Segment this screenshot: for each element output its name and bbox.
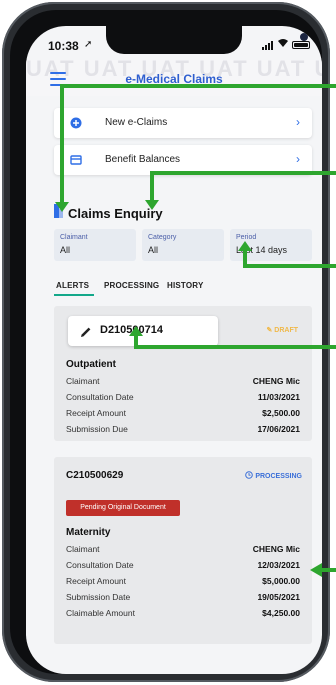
claimant-filter-label: Claimant — [60, 234, 88, 241]
claim-row: Submission Date 19/05/2021 — [66, 592, 300, 606]
row-key: Receipt Amount — [66, 576, 127, 586]
status-time: 10:38 — [48, 39, 79, 53]
new-eclaims-label: New e-Claims — [105, 117, 168, 128]
pending-document-badge: Pending Original Document — [66, 500, 180, 516]
notch — [106, 26, 308, 54]
claim-row: Consultation Date 11/03/2021 — [66, 392, 300, 406]
row-key: Receipt Amount — [66, 408, 127, 418]
arrow-head-icon — [310, 563, 322, 577]
row-value: CHENG Mic — [252, 376, 300, 386]
phone-bezel: 10:38 ➚ UAT UAT UAT UAT UAT UAT UAT e-Me… — [10, 10, 322, 674]
row-key: Submission Date — [66, 592, 131, 602]
benefit-balances-label: Benefit Balances — [105, 154, 181, 165]
tab-processing[interactable]: PROCESSING — [104, 281, 159, 290]
claim-id: C210500629 — [66, 470, 124, 481]
chevron-right-icon: › — [296, 152, 300, 166]
row-value: CHENG Mic — [252, 544, 300, 554]
claimant-filter[interactable]: Claimant All — [54, 229, 136, 261]
period-filter-label: Period — [236, 234, 257, 241]
arrow-head-icon — [238, 241, 252, 251]
processing-status-label: PROCESSING — [255, 473, 302, 480]
clock-icon — [245, 471, 254, 479]
tab-history[interactable]: HISTORY — [167, 281, 204, 290]
claim-type: Maternity — [66, 527, 111, 538]
category-filter[interactable]: Category All — [142, 229, 224, 261]
draft-status-label: DRAFT — [274, 327, 298, 334]
claim-row: Claimable Amount $4,250.00 — [66, 608, 300, 622]
row-value: 17/06/2021 — [257, 424, 300, 434]
row-value: $2,500.00 — [262, 408, 300, 418]
tab-alerts[interactable]: ALERTS — [56, 281, 89, 290]
arrow-segment — [60, 84, 64, 206]
arrow-head-icon — [145, 200, 159, 210]
pencil-icon — [80, 325, 92, 337]
camera — [300, 33, 308, 41]
claim-row: Consultation Date 12/03/2021 — [66, 560, 300, 574]
row-value: 19/05/2021 — [257, 592, 300, 602]
row-value: 11/03/2021 — [257, 392, 300, 402]
arrow-segment — [60, 84, 336, 88]
arrow-segment — [320, 568, 336, 572]
row-value: $5,000.00 — [262, 576, 300, 586]
claim-row: Claimant CHENG Mic — [66, 544, 300, 558]
claim-row: Submission Due 17/06/2021 — [66, 424, 300, 438]
claim-card-processing[interactable]: C210500629 PROCESSING Pending Original D… — [54, 457, 312, 644]
app-header: UAT UAT UAT UAT UAT UAT UAT e-Medical Cl… — [26, 60, 322, 96]
balance-icon — [70, 153, 82, 165]
arrow-head-icon — [55, 202, 69, 212]
row-key: Claimable Amount — [66, 608, 135, 618]
row-key: Claimant — [66, 544, 100, 554]
claim-tabs: ALERTS PROCESSING HISTORY — [54, 279, 312, 297]
row-value: 12/03/2021 — [257, 560, 300, 570]
arrow-head-icon — [129, 326, 143, 336]
claimant-filter-value: All — [60, 245, 71, 255]
chevron-right-icon: › — [296, 115, 300, 129]
claim-row: Receipt Amount $5,000.00 — [66, 576, 300, 590]
arrow-segment — [243, 264, 336, 268]
active-tab-indicator — [54, 294, 94, 296]
location-icon: ➚ — [84, 39, 93, 50]
new-eclaims-button[interactable]: New e-Claims › — [54, 108, 312, 138]
claim-id-chip[interactable]: D210500714 — [68, 316, 218, 346]
arrow-segment — [134, 345, 336, 349]
row-key: Claimant — [66, 376, 100, 386]
row-key: Consultation Date — [66, 392, 134, 402]
row-value: $4,250.00 — [262, 608, 300, 618]
row-key: Submission Due — [66, 424, 128, 434]
category-filter-label: Category — [148, 234, 177, 241]
category-filter-value: All — [148, 245, 159, 255]
screen: 10:38 ➚ UAT UAT UAT UAT UAT UAT UAT e-Me… — [26, 26, 322, 674]
new-claim-icon — [70, 116, 82, 129]
wifi-icon — [277, 38, 289, 51]
claim-card-draft[interactable]: D210500714 ✎ DRAFT Outpatient Claimant CH… — [54, 306, 312, 441]
signal-icon — [262, 41, 273, 50]
claim-row: Receipt Amount $2,500.00 — [66, 408, 300, 422]
claim-type: Outpatient — [66, 359, 116, 370]
claim-row: Claimant CHENG Mic — [66, 376, 300, 390]
row-key: Consultation Date — [66, 560, 134, 570]
phone-frame: 10:38 ➚ UAT UAT UAT UAT UAT UAT UAT e-Me… — [2, 2, 330, 682]
draft-status: ✎ DRAFT — [266, 327, 298, 334]
arrow-segment — [150, 171, 336, 175]
processing-status: PROCESSING — [245, 471, 302, 480]
battery-icon — [292, 41, 310, 49]
